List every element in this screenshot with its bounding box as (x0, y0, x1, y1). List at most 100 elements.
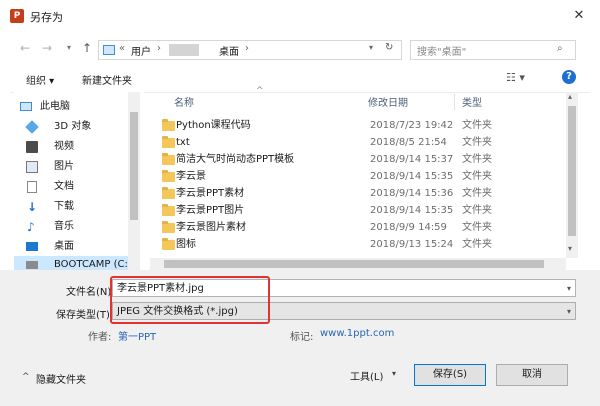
file-type: 文件夹 (462, 154, 492, 165)
folder-icon (162, 153, 175, 165)
table-row[interactable]: 简洁大气时尚动态PPT模板 2018/9/14 15:37 文件夹 (156, 152, 562, 168)
chevron-down-icon[interactable]: ▾ (567, 303, 571, 321)
help-icon[interactable]: ? (562, 70, 576, 84)
forward-arrow-icon[interactable]: → (40, 40, 54, 56)
sidebar-item-label: 下载 (54, 201, 74, 212)
hide-folders-button[interactable]: 隐藏文件夹 (36, 371, 86, 386)
file-date: 2018/9/14 15:37 (370, 154, 454, 165)
file-name: 李云景PPT素材 (176, 188, 245, 199)
file-name: 李云景图片素材 (176, 222, 246, 233)
file-date: 2018/9/14 15:36 (370, 188, 454, 199)
file-list-scrollbar[interactable]: ▴ ▾ (566, 92, 578, 258)
sidebar-item-label: 视频 (54, 141, 74, 152)
table-row[interactable]: 李云景 2018/9/14 15:35 文件夹 (156, 169, 562, 185)
scroll-up-icon[interactable]: ▴ (568, 92, 572, 101)
drive-icon (26, 261, 38, 269)
address-bar[interactable]: « 用户 › 桌面 › ▾ ↻ (98, 40, 402, 60)
filename-label: 文件名(N): (66, 287, 115, 298)
search-box[interactable]: 搜索"桌面" ⌕ (410, 40, 576, 60)
folder-icon (162, 119, 175, 131)
new-folder-button[interactable]: 新建文件夹 (82, 72, 132, 87)
sidebar-item-label: 此电脑 (40, 101, 70, 112)
file-date: 2018/9/13 15:24 (370, 239, 454, 250)
file-date: 2018/9/14 15:35 (370, 171, 454, 182)
toolbar: 组织 ▾ 新建文件夹 ☷ ▾ ? (10, 66, 590, 93)
breadcrumb-users[interactable]: 用户 (131, 43, 151, 58)
scrollbar-thumb[interactable] (568, 106, 576, 236)
chevron-down-icon[interactable]: ▾ (369, 43, 373, 52)
title-bar (0, 0, 600, 32)
sidebar-item-label: 3D 对象 (54, 121, 92, 132)
highlight-box (110, 276, 270, 324)
horizontal-scrollbar[interactable] (150, 258, 566, 270)
back-arrow-icon[interactable]: ← (18, 40, 32, 56)
sidebar-item-label: 音乐 (54, 221, 74, 232)
table-row[interactable]: 李云景图片素材 2018/9/9 14:59 文件夹 (156, 220, 562, 236)
refresh-icon[interactable]: ↻ (385, 42, 393, 53)
column-header-name[interactable]: 名称 (174, 96, 194, 112)
file-type: 文件夹 (462, 205, 492, 216)
chevron-up-icon[interactable]: ^ (22, 372, 30, 382)
save-button[interactable]: 保存(S) (414, 364, 486, 386)
desktop-icon (103, 45, 115, 55)
file-type: 文件夹 (462, 137, 492, 148)
sidebar-item-label: 图片 (54, 161, 74, 172)
breadcrumb-arrow: › (157, 43, 161, 54)
scrollbar-thumb[interactable] (130, 112, 138, 220)
file-name: txt (176, 137, 190, 148)
search-input[interactable]: 搜索"桌面" (417, 43, 466, 58)
chevron-down-icon[interactable]: ▾ (392, 369, 396, 378)
sidebar-item-label: 文档 (54, 181, 74, 192)
chevron-down-icon[interactable]: ▾ (567, 280, 571, 298)
table-row[interactable]: 李云景PPT图片 2018/9/14 15:35 文件夹 (156, 203, 562, 219)
folder-icon (162, 187, 175, 199)
folder-icon (162, 204, 175, 216)
tags-value[interactable]: www.1ppt.com (320, 328, 394, 339)
file-date: 2018/7/23 19:42 (370, 120, 454, 131)
breadcrumb-separator: « (119, 43, 126, 54)
author-value[interactable]: 第一PPT (118, 328, 156, 343)
sidebar-item-label: 桌面 (54, 241, 74, 252)
video-icon (26, 141, 38, 153)
sidebar-scrollbar[interactable] (128, 92, 140, 270)
breadcrumb-desktop[interactable]: 桌面 (219, 43, 239, 58)
redacted-username (169, 44, 199, 56)
file-date: 2018/9/9 14:59 (370, 222, 447, 233)
file-name: 简洁大气时尚动态PPT模板 (176, 154, 295, 165)
folder-icon (162, 221, 175, 233)
scrollbar-thumb[interactable] (164, 260, 544, 268)
music-icon: ♪ (27, 220, 35, 234)
table-row[interactable]: 图标 2018/9/13 15:24 文件夹 (156, 237, 562, 253)
chevron-down-icon[interactable]: ▾ (62, 40, 76, 56)
file-type: 文件夹 (462, 120, 492, 131)
sort-chevron-icon: ^ (256, 86, 264, 96)
file-type: 文件夹 (462, 239, 492, 250)
tags-label: 标记: (290, 332, 314, 343)
table-row[interactable]: Python课程代码 2018/7/23 19:42 文件夹 (156, 118, 562, 134)
file-type: 文件夹 (462, 171, 492, 182)
navigation-pane: 此电脑 3D 对象 视频 图片 文档 ↓ 下载 ♪ 音乐 桌面 BOOTCAMP… (14, 92, 144, 274)
column-header-type[interactable]: 类型 (462, 96, 482, 112)
up-arrow-icon[interactable]: ↑ (80, 40, 94, 56)
cancel-button[interactable]: 取消 (496, 364, 568, 386)
table-row[interactable]: txt 2018/8/5 21:54 文件夹 (156, 135, 562, 151)
table-row[interactable]: 李云景PPT素材 2018/9/14 15:36 文件夹 (156, 186, 562, 202)
folder-icon (162, 170, 175, 182)
search-icon[interactable]: ⌕ (557, 43, 563, 54)
close-button[interactable]: ✕ (566, 4, 592, 28)
document-icon (27, 181, 37, 193)
organize-button[interactable]: 组织 ▾ (26, 72, 54, 87)
desktop-icon (26, 242, 38, 251)
powerpoint-icon: P (10, 9, 24, 23)
column-header-date[interactable]: 修改日期 (368, 96, 408, 112)
column-divider (454, 94, 455, 110)
file-name: 李云景 (176, 171, 206, 182)
download-icon: ↓ (27, 200, 38, 214)
picture-icon (26, 161, 38, 173)
file-date: 2018/9/14 15:35 (370, 205, 454, 216)
file-type: 文件夹 (462, 188, 492, 199)
view-options-icon[interactable]: ☷ ▾ (506, 71, 525, 84)
scroll-down-icon[interactable]: ▾ (568, 244, 572, 253)
cube-icon (25, 120, 39, 134)
tools-button[interactable]: 工具(L) (350, 368, 383, 383)
